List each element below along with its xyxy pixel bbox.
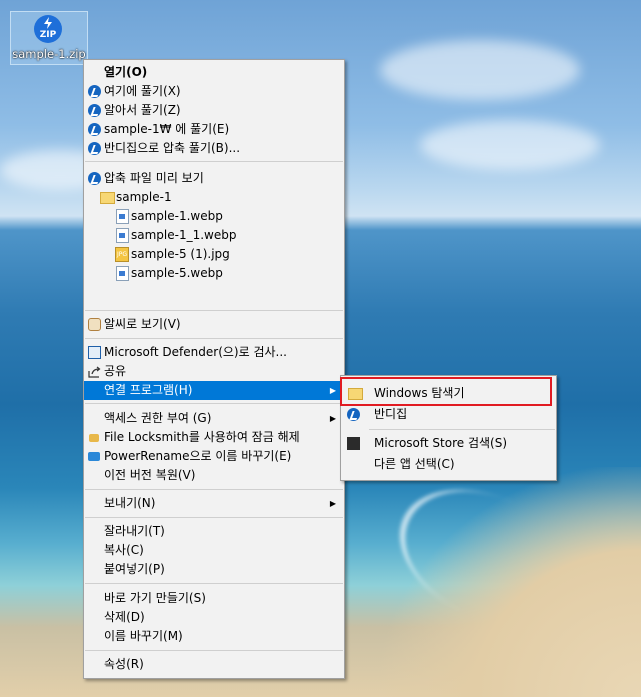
cloud — [380, 40, 580, 100]
menu-separator — [369, 429, 555, 430]
lock-icon — [89, 434, 99, 442]
menu-properties[interactable]: 속성(R) — [84, 655, 344, 674]
bandizip-icon — [88, 123, 101, 136]
bandizip-icon — [88, 142, 101, 155]
submenu-arrow-icon: ▶ — [329, 414, 336, 423]
jpg-file-icon: JPG — [115, 247, 129, 262]
defender-shield-icon — [88, 346, 101, 359]
submenu-arrow-icon: ▶ — [329, 386, 336, 395]
desktop-file-sample-zip[interactable]: ZIP sample-1.zip — [10, 11, 88, 65]
submenu-bandizip[interactable]: 반디집 — [341, 405, 556, 424]
menu-paste[interactable]: 붙여넣기(P) — [84, 560, 344, 579]
menu-separator — [85, 403, 343, 404]
bandizip-icon — [88, 104, 101, 117]
menu-grant-access[interactable]: 액세스 권한 부여 (G) ▶ — [84, 409, 344, 428]
preview-file[interactable]: sample-1.webp — [84, 207, 344, 226]
bandizip-icon — [88, 85, 101, 98]
webp-file-icon — [116, 209, 129, 224]
menu-alzip-view[interactable]: 알씨로 보기(V) — [84, 315, 344, 334]
desktop-file-label: sample-1.zip — [12, 47, 86, 61]
highlight-box — [340, 377, 552, 406]
store-icon — [347, 437, 360, 450]
menu-separator — [85, 338, 343, 339]
menu-separator — [85, 517, 343, 518]
zip-file-icon: ZIP — [34, 15, 62, 43]
menu-file-locksmith[interactable]: File Locksmith를 사용하여 잠금 해제 — [84, 428, 344, 447]
preview-folder[interactable]: sample-1 — [84, 188, 344, 207]
zip-badge: ZIP — [39, 30, 57, 40]
cloud — [420, 120, 600, 170]
menu-extract-here[interactable]: 여기에 풀기(X) — [84, 82, 344, 101]
submenu-arrow-icon: ▶ — [329, 499, 336, 508]
menu-separator — [85, 310, 343, 311]
menu-extract-bandizip[interactable]: 반디집으로 압축 풀기(B)... — [84, 139, 344, 158]
menu-copy[interactable]: 복사(C) — [84, 541, 344, 560]
menu-extract-to-folder[interactable]: sample-1₩ 에 풀기(E) — [84, 120, 344, 139]
menu-send-to[interactable]: 보내기(N) ▶ — [84, 494, 344, 513]
menu-share[interactable]: 공유 — [84, 362, 344, 381]
menu-restore-versions[interactable]: 이전 버전 복원(V) — [84, 466, 344, 485]
menu-separator — [85, 650, 343, 651]
menu-delete[interactable]: 삭제(D) — [84, 608, 344, 627]
menu-cut[interactable]: 잘라내기(T) — [84, 522, 344, 541]
menu-extract-smart[interactable]: 알아서 풀기(Z) — [84, 101, 344, 120]
webp-file-icon — [116, 266, 129, 281]
menu-create-shortcut[interactable]: 바로 가기 만들기(S) — [84, 589, 344, 608]
menu-power-rename[interactable]: PowerRename으로 이름 바꾸기(E) — [84, 447, 344, 466]
menu-separator — [85, 161, 343, 162]
powerrename-icon — [88, 452, 100, 461]
submenu-choose-other-app[interactable]: 다른 앱 선택(C) — [341, 455, 556, 474]
bandizip-icon — [347, 408, 360, 421]
menu-open-with[interactable]: 연결 프로그램(H) ▶ — [84, 381, 344, 400]
context-menu: 열기(O) 여기에 풀기(X) 알아서 풀기(Z) sample-1₩ 에 풀기… — [83, 59, 345, 679]
webp-file-icon — [116, 228, 129, 243]
menu-separator — [85, 489, 343, 490]
submenu-store-search[interactable]: Microsoft Store 검색(S) — [341, 434, 556, 453]
share-icon — [88, 365, 101, 378]
preview-file[interactable]: sample-5.webp — [84, 264, 344, 283]
preview-file[interactable]: sample-1_1.webp — [84, 226, 344, 245]
menu-rename[interactable]: 이름 바꾸기(M) — [84, 627, 344, 646]
folder-icon — [100, 192, 115, 204]
bandizip-icon — [88, 172, 101, 185]
preview-file[interactable]: JPG sample-5 (1).jpg — [84, 245, 344, 264]
alsee-icon — [88, 318, 101, 331]
menu-defender-scan[interactable]: Microsoft Defender(으)로 검사... — [84, 343, 344, 362]
menu-open[interactable]: 열기(O) — [84, 63, 344, 82]
menu-preview-archive[interactable]: 압축 파일 미리 보기 — [84, 169, 344, 188]
menu-separator — [85, 583, 343, 584]
